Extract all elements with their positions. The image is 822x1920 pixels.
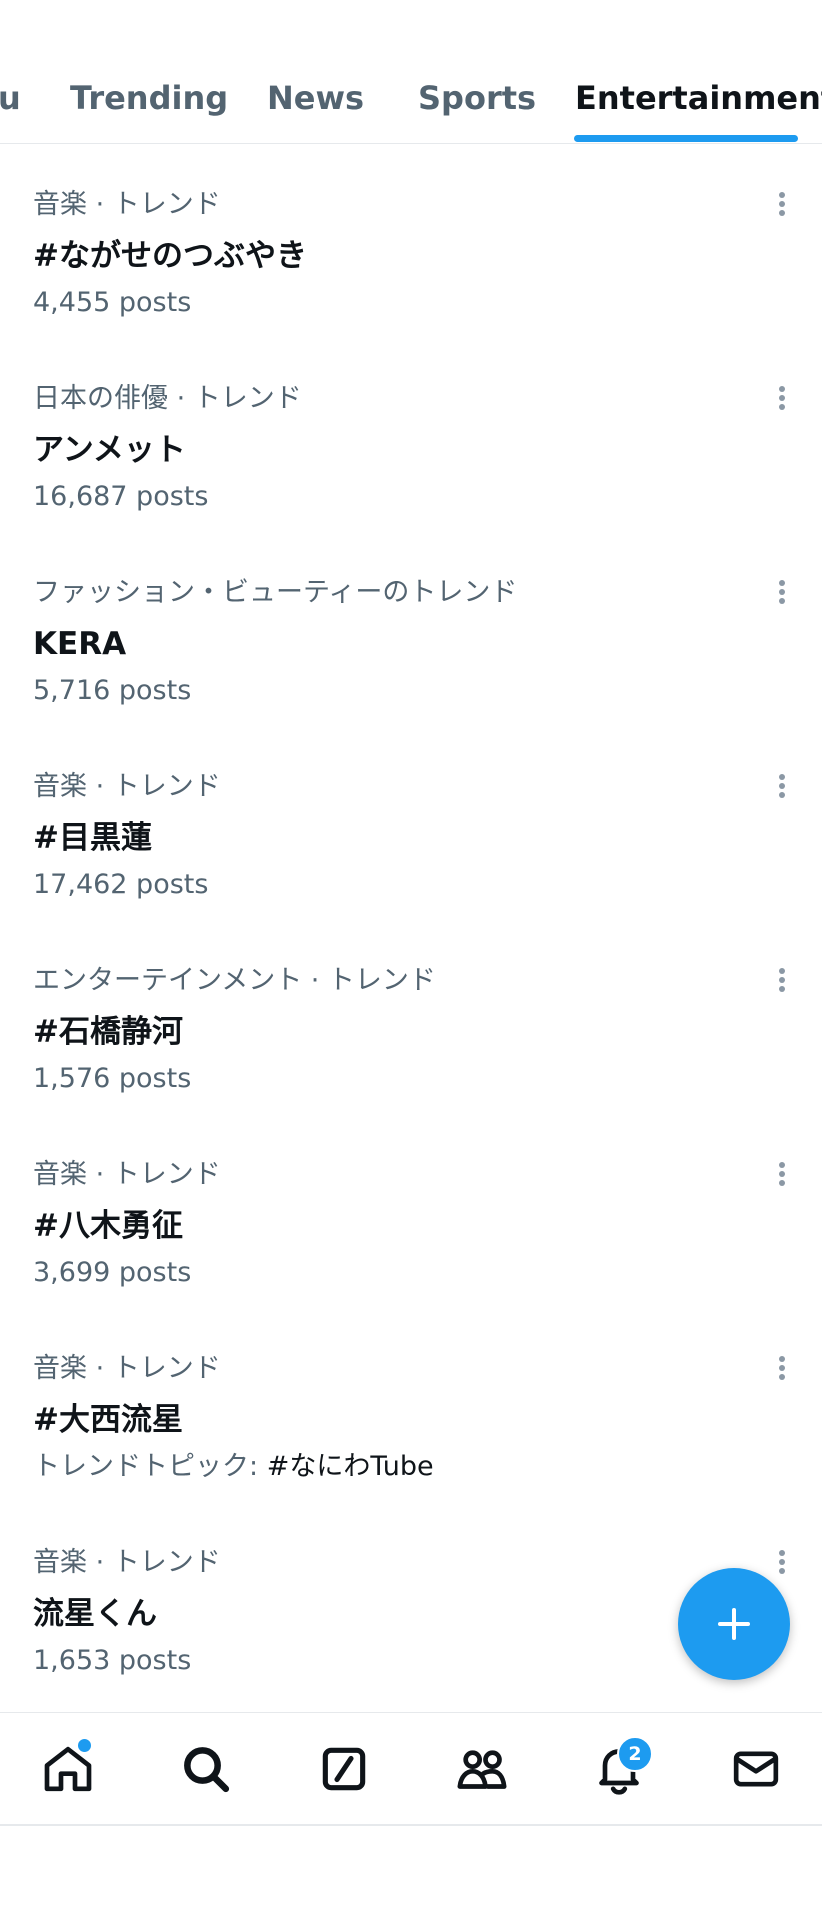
trend-item[interactable]: 日本の俳優 · トレンド アンメット 16,687 posts <box>0 356 822 550</box>
trend-item[interactable]: エンターテインメント · トレンド #石橋静河 1,576 posts <box>0 938 822 1132</box>
tab-news[interactable]: News <box>267 78 364 118</box>
more-options-icon[interactable] <box>770 1348 794 1388</box>
grok-icon[interactable] <box>316 1741 372 1797</box>
trend-post-count: 5,716 posts <box>33 675 192 706</box>
trend-category: ファッション・ビューティーのトレンド <box>33 577 518 608</box>
trend-item[interactable]: 音楽 · トレンド #目黒蓮 17,462 posts <box>0 744 822 938</box>
tab-sports[interactable]: Sports <box>418 78 536 118</box>
plus-icon-stroke <box>732 1608 736 1640</box>
trend-item[interactable]: ファッション・ビューティーのトレンド KERA 5,716 posts <box>0 550 822 744</box>
trend-category: エンターテインメント · トレンド <box>33 965 436 996</box>
trend-category: 音楽 · トレンド <box>33 1547 221 1578</box>
trend-category: 日本の俳優 · トレンド <box>33 383 302 414</box>
trend-item[interactable]: 音楽 · トレンド #ながせのつぶやき 4,455 posts <box>0 162 822 356</box>
trend-post-count: 4,455 posts <box>33 287 192 318</box>
trend-item[interactable]: 音楽 · トレンド #八木勇征 3,699 posts <box>0 1132 822 1326</box>
trend-post-count: 16,687 posts <box>33 481 209 512</box>
active-tab-indicator <box>574 135 798 142</box>
trend-topic-label: トレンドトピック: <box>33 1451 259 1482</box>
messages-icon[interactable] <box>728 1741 784 1797</box>
more-options-icon[interactable] <box>770 1154 794 1194</box>
home-unread-dot <box>76 1737 93 1754</box>
trend-category: 音楽 · トレンド <box>33 1159 221 1190</box>
tab-trending[interactable]: Trending <box>70 78 228 118</box>
more-options-icon[interactable] <box>770 766 794 806</box>
more-options-icon[interactable] <box>770 572 794 612</box>
tab-for-you[interactable]: u <box>0 78 21 118</box>
trend-name: #石橋静河 <box>33 1014 183 1050</box>
notification-count-badge: 2 <box>617 1736 653 1772</box>
more-options-icon[interactable] <box>770 378 794 418</box>
bottom-navigation: 2 <box>0 1712 822 1826</box>
search-icon[interactable] <box>178 1741 234 1797</box>
more-options-icon[interactable] <box>770 960 794 1000</box>
trend-post-count: 17,462 posts <box>33 869 209 900</box>
trend-post-count: 1,576 posts <box>33 1063 192 1094</box>
trend-topic: トレンドトピック: #なにわTube <box>33 1450 434 1484</box>
trend-topic-value: #なにわTube <box>266 1451 434 1482</box>
trend-name: KERA <box>33 626 127 662</box>
trend-category: 音楽 · トレンド <box>33 1353 221 1384</box>
trend-name: #八木勇征 <box>33 1208 183 1244</box>
trend-name: アンメット <box>33 432 186 468</box>
tab-entertainment[interactable]: Entertainment <box>575 78 822 118</box>
communities-icon[interactable] <box>454 1741 510 1797</box>
trend-post-count: 3,699 posts <box>33 1257 192 1288</box>
trend-category: 音楽 · トレンド <box>33 771 221 802</box>
explore-tab-bar: u Trending News Sports Entertainment <box>0 0 822 144</box>
trend-post-count: 1,653 posts <box>33 1645 192 1676</box>
trend-name: #大西流星 <box>33 1402 183 1438</box>
more-options-icon[interactable] <box>770 184 794 224</box>
compose-button[interactable] <box>678 1568 790 1680</box>
trend-name: #目黒蓮 <box>33 820 152 856</box>
trend-item[interactable]: 音楽 · トレンド #大西流星 トレンドトピック: #なにわTube <box>0 1326 822 1520</box>
more-options-icon[interactable] <box>770 1542 794 1582</box>
trend-name: 流星くん <box>33 1596 157 1632</box>
trend-name: #ながせのつぶやき <box>33 238 307 274</box>
trend-category: 音楽 · トレンド <box>33 189 221 220</box>
